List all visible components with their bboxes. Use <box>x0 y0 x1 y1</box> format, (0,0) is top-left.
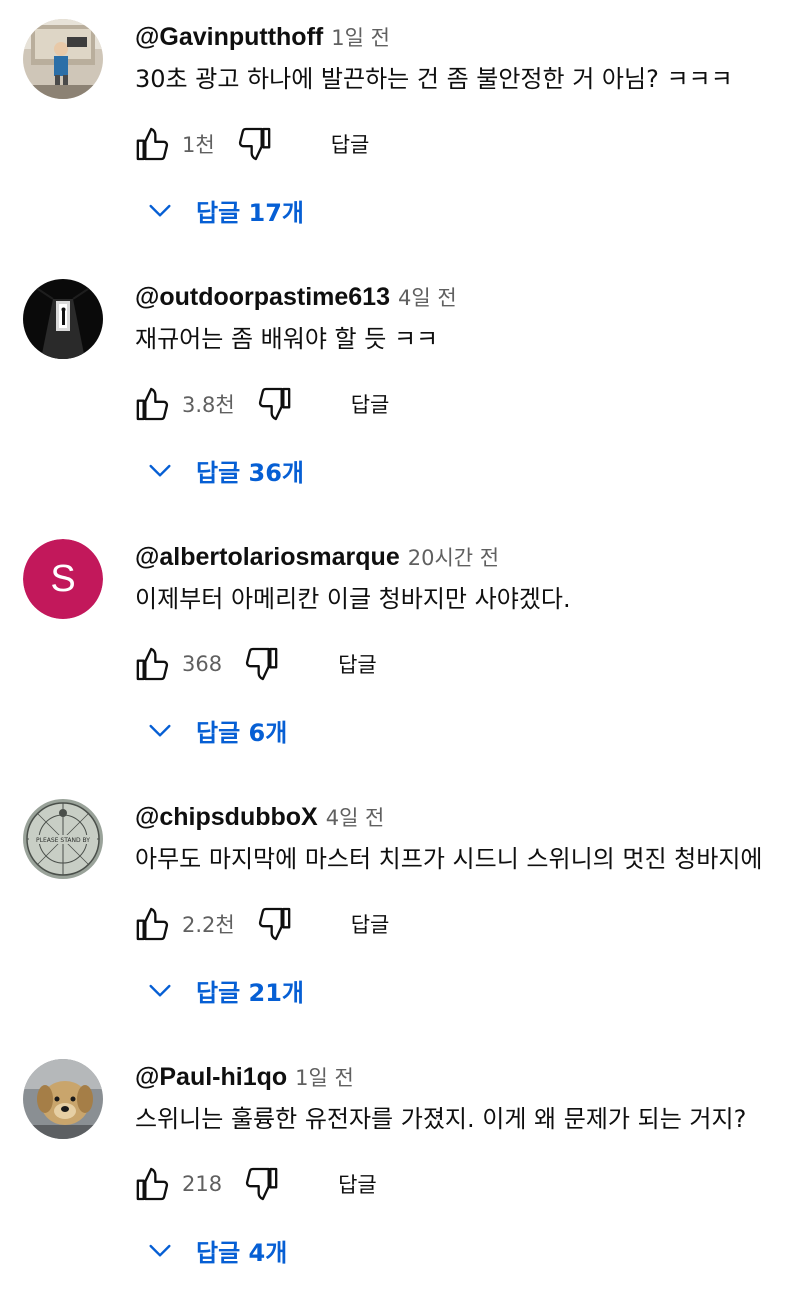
reply-button[interactable]: 답글 <box>341 903 400 945</box>
comment-text: 이제부터 아메리칸 이글 청바지만 사야겠다. <box>135 585 571 613</box>
comment-time[interactable]: 1일 전 <box>295 1062 354 1092</box>
avatar[interactable]: S <box>23 539 103 619</box>
avatar[interactable] <box>23 1059 103 1139</box>
like-count: 368 <box>182 652 223 676</box>
author-name[interactable]: @Paul-hi1qo <box>135 1063 287 1092</box>
dislike-button[interactable] <box>233 122 277 166</box>
replies-count-label: 답글 17개 <box>196 198 304 227</box>
avatar-letter: S <box>23 539 103 619</box>
comment-item: @Gavinputthoff 1일 전 30초 광고 하나에 발끈하는 건 좀 … <box>0 0 812 260</box>
thumbs-up-icon <box>136 907 169 941</box>
like-count: 1천 <box>182 133 215 157</box>
comment-item: PLEASE STAND BY @chipsdubboX 4일 전 아무도 마지… <box>0 780 812 1040</box>
comment-time[interactable]: 4일 전 <box>326 802 385 832</box>
please-stand-by-icon: PLEASE STAND BY <box>23 799 103 879</box>
replies-count-label: 답글 36개 <box>196 458 304 487</box>
dislike-button[interactable] <box>253 382 297 426</box>
replies-count-label: 답글 6개 <box>196 718 288 747</box>
thumbs-down-icon <box>258 387 291 421</box>
like-button[interactable] <box>130 382 174 426</box>
author-name[interactable]: @outdoorpastime613 <box>135 283 390 312</box>
stand-by-caption: PLEASE STAND BY <box>36 837 90 844</box>
replies-count-label: 답글 21개 <box>196 978 304 1007</box>
photo-dark-hallway-icon <box>23 279 103 359</box>
reply-button[interactable]: 답글 <box>321 123 380 165</box>
comment-time[interactable]: 20시간 전 <box>408 542 499 572</box>
view-replies-button[interactable]: 답글 4개 <box>140 1230 287 1270</box>
like-button[interactable] <box>130 122 174 166</box>
comment-actions: 218 답글 <box>130 1162 387 1206</box>
view-replies-button[interactable]: 답글 6개 <box>140 710 287 750</box>
comment-text: 스위니는 훌륭한 유전자를 가졌지. 이게 왜 문제가 되는 거지? <box>135 1105 747 1133</box>
replies-count-label: 답글 4개 <box>196 1238 288 1267</box>
view-replies-button[interactable]: 답글 36개 <box>140 450 304 490</box>
comment-actions: 3.8천 답글 <box>130 382 399 426</box>
like-count: 218 <box>182 1172 223 1196</box>
comment-header: @albertolariosmarque 20시간 전 <box>135 542 499 576</box>
comment-time[interactable]: 1일 전 <box>331 22 390 52</box>
chevron-down-icon <box>140 450 180 490</box>
comment-header: @Paul-hi1qo 1일 전 <box>135 1062 354 1096</box>
comment-item: S @albertolariosmarque 20시간 전 이제부터 아메리칸 … <box>0 520 812 780</box>
reply-button[interactable]: 답글 <box>328 643 387 685</box>
thumbs-up-icon <box>136 1167 169 1201</box>
comment-header: @chipsdubboX 4일 전 <box>135 802 384 836</box>
chevron-down-icon <box>140 1230 180 1270</box>
comment-text: 30초 광고 하나에 발끈하는 건 좀 불안정한 거 아님? ㅋㅋㅋ <box>135 65 733 93</box>
like-button[interactable] <box>130 1162 174 1206</box>
chevron-down-icon <box>140 710 180 750</box>
reply-button[interactable]: 답글 <box>328 1163 387 1205</box>
avatar[interactable] <box>23 19 103 99</box>
avatar[interactable] <box>23 279 103 359</box>
comment-actions: 368 답글 <box>130 642 387 686</box>
comment-item: @outdoorpastime613 4일 전 재규어는 좀 배워야 할 듯 ㅋ… <box>0 260 812 520</box>
like-count: 2.2천 <box>182 913 235 937</box>
author-name[interactable]: @albertolariosmarque <box>135 543 400 572</box>
thumbs-up-icon <box>136 127 169 161</box>
dislike-button[interactable] <box>240 1162 284 1206</box>
avatar[interactable]: PLEASE STAND BY <box>23 799 103 879</box>
thumbs-up-icon <box>136 387 169 421</box>
view-replies-button[interactable]: 답글 21개 <box>140 970 304 1010</box>
author-name[interactable]: @Gavinputthoff <box>135 23 323 52</box>
photo-person-icon <box>23 19 103 99</box>
comment-header: @Gavinputthoff 1일 전 <box>135 22 390 56</box>
chevron-down-icon <box>140 970 180 1010</box>
comment-item: @Paul-hi1qo 1일 전 스위니는 훌륭한 유전자를 가졌지. 이게 왜… <box>0 1040 812 1300</box>
comment-text: 아무도 마지막에 마스터 치프가 시드니 스위니의 멋진 청바지에 <box>135 845 763 873</box>
photo-dog-icon <box>23 1059 103 1139</box>
comment-time[interactable]: 4일 전 <box>398 282 457 312</box>
thumbs-up-icon <box>136 647 169 681</box>
thumbs-down-icon <box>258 907 291 941</box>
like-button[interactable] <box>130 902 174 946</box>
comment-text: 재규어는 좀 배워야 할 듯 ㅋㅋ <box>135 325 439 353</box>
comment-actions: 2.2천 답글 <box>130 902 399 946</box>
reply-button[interactable]: 답글 <box>341 383 400 425</box>
view-replies-button[interactable]: 답글 17개 <box>140 190 304 230</box>
comment-actions: 1천 답글 <box>130 122 379 166</box>
chevron-down-icon <box>140 190 180 230</box>
like-button[interactable] <box>130 642 174 686</box>
thumbs-down-icon <box>238 127 271 161</box>
dislike-button[interactable] <box>253 902 297 946</box>
thumbs-down-icon <box>246 647 278 681</box>
dislike-button[interactable] <box>240 642 284 686</box>
thumbs-down-icon <box>246 1167 278 1201</box>
like-count: 3.8천 <box>182 393 235 417</box>
author-name[interactable]: @chipsdubboX <box>135 803 318 832</box>
comment-header: @outdoorpastime613 4일 전 <box>135 282 457 316</box>
